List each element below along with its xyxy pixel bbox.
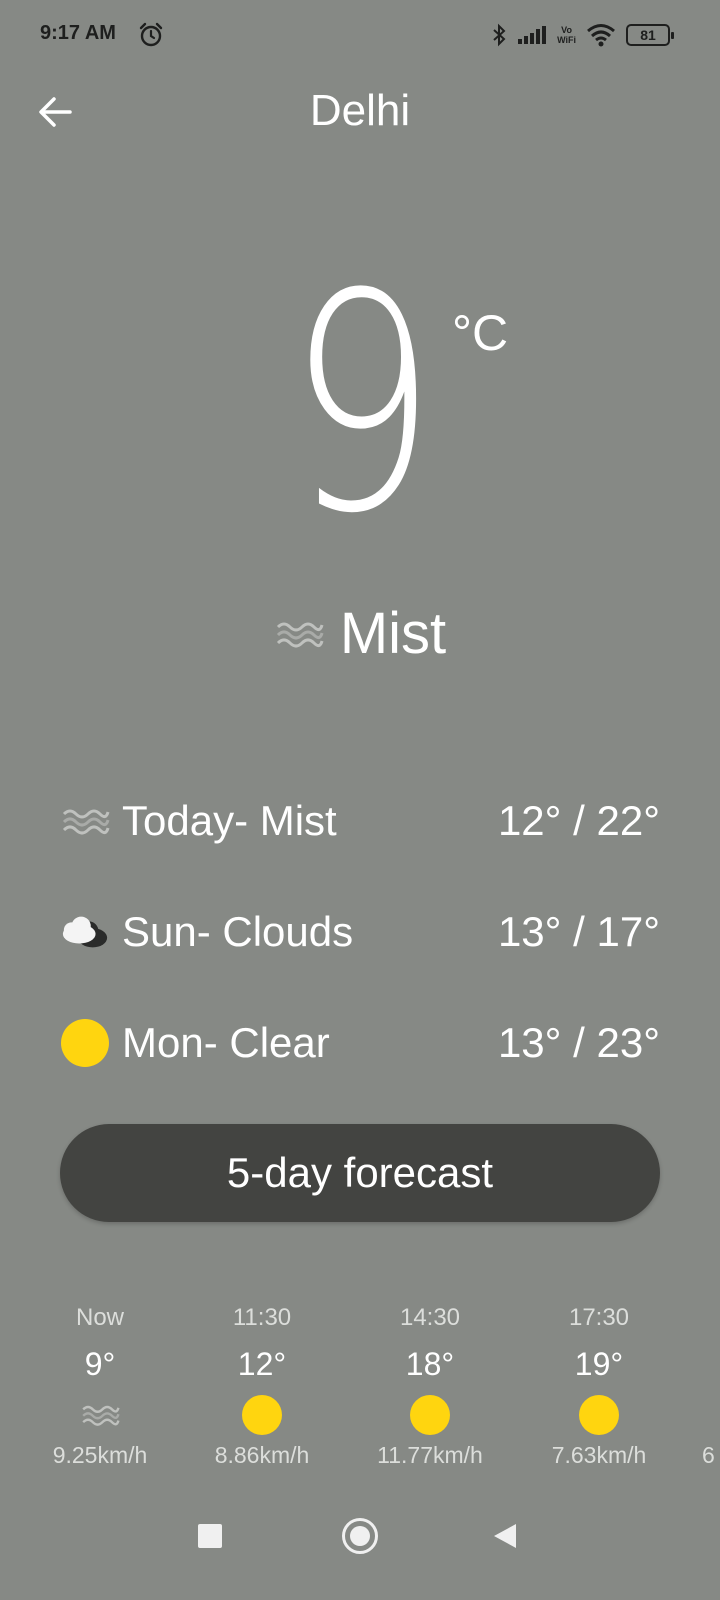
status-bar: 9:17 AM Vo WiFi 81 xyxy=(0,0,720,70)
home-button[interactable] xyxy=(342,1518,378,1554)
mist-icon xyxy=(20,1392,180,1438)
hourly-icon-placeholder xyxy=(702,1392,720,1438)
sun-icon xyxy=(60,1018,110,1068)
status-icons: Vo WiFi 81 xyxy=(491,20,674,50)
system-nav-bar xyxy=(0,1500,720,1600)
daily-range: 13° / 17° xyxy=(497,908,660,955)
mist-icon xyxy=(276,622,324,647)
hourly-item: Now 9° 9.25km/h xyxy=(20,1300,180,1469)
hourly-item: 11:30 12° 8.86km/h xyxy=(182,1300,342,1469)
wifi-icon xyxy=(587,24,615,47)
hourly-temp: 18° xyxy=(405,1346,455,1382)
condition-text: Mist xyxy=(339,601,447,666)
temperature-value: 9 xyxy=(287,230,436,579)
vowifi-icon: Vo WiFi xyxy=(557,25,576,45)
hourly-temp: 19° xyxy=(574,1346,624,1382)
five-day-forecast-button[interactable]: 5-day forecast xyxy=(60,1124,660,1222)
hourly-time: 14:30 xyxy=(399,1304,461,1331)
bluetooth-icon xyxy=(493,23,506,47)
sun-icon xyxy=(182,1392,342,1438)
temperature-unit: °C xyxy=(452,305,509,361)
hourly-time xyxy=(702,1300,720,1336)
clouds-icon xyxy=(60,907,110,957)
vowifi-top-label: Vo xyxy=(561,25,572,35)
sun-icon xyxy=(350,1392,510,1438)
recents-button[interactable] xyxy=(198,1524,222,1548)
sun-icon xyxy=(519,1392,679,1438)
hourly-wind: 8.86km/h xyxy=(214,1442,310,1468)
hourly-forecast[interactable]: Now 9° 9.25km/h 11:30 12° 8.86km/h 14:30… xyxy=(0,1300,720,1490)
mist-icon xyxy=(60,796,110,846)
hourly-temp: 9° xyxy=(84,1346,116,1382)
alarm-icon xyxy=(139,22,163,47)
hourly-item: 17:30 19° 7.63km/h xyxy=(519,1300,679,1469)
city-name: Delhi xyxy=(309,86,411,135)
hourly-time: 17:30 xyxy=(568,1304,630,1331)
daily-label: Today- Mist xyxy=(122,797,337,844)
daily-row-today[interactable]: Today- Mist 12° / 22° xyxy=(60,786,660,856)
daily-range: 12° / 22° xyxy=(497,797,660,844)
hourly-wind: 7.63km/h xyxy=(551,1442,647,1468)
hourly-wind: 9.25km/h xyxy=(52,1442,148,1468)
current-condition: Mist xyxy=(0,600,720,667)
vowifi-bottom-label: WiFi xyxy=(557,35,576,45)
status-time: 9:17 AM xyxy=(40,22,116,44)
daily-label: Mon- Clear xyxy=(122,1019,330,1066)
daily-range: 13° / 23° xyxy=(497,1019,660,1066)
daily-row-sun[interactable]: Sun- Clouds 13° / 17° xyxy=(60,897,660,967)
hourly-temp xyxy=(702,1344,720,1384)
daily-label: Sun- Clouds xyxy=(122,908,354,955)
signal-icon xyxy=(518,26,547,44)
hourly-item: 6 xyxy=(702,1300,720,1469)
hourly-time: 11:30 xyxy=(232,1304,292,1331)
hourly-time: Now xyxy=(75,1304,124,1331)
daily-row-mon[interactable]: Mon- Clear 13° / 23° xyxy=(60,1008,660,1078)
hourly-temp: 12° xyxy=(237,1346,287,1382)
battery-icon: 81 xyxy=(626,24,674,46)
system-back-button[interactable] xyxy=(494,1524,516,1548)
hourly-item: 14:30 18° 11.77km/h xyxy=(350,1300,510,1469)
current-temperature: 9 xyxy=(0,255,720,555)
hourly-wind: 11.77km/h xyxy=(377,1442,483,1468)
hourly-wind: 6 xyxy=(702,1442,715,1468)
